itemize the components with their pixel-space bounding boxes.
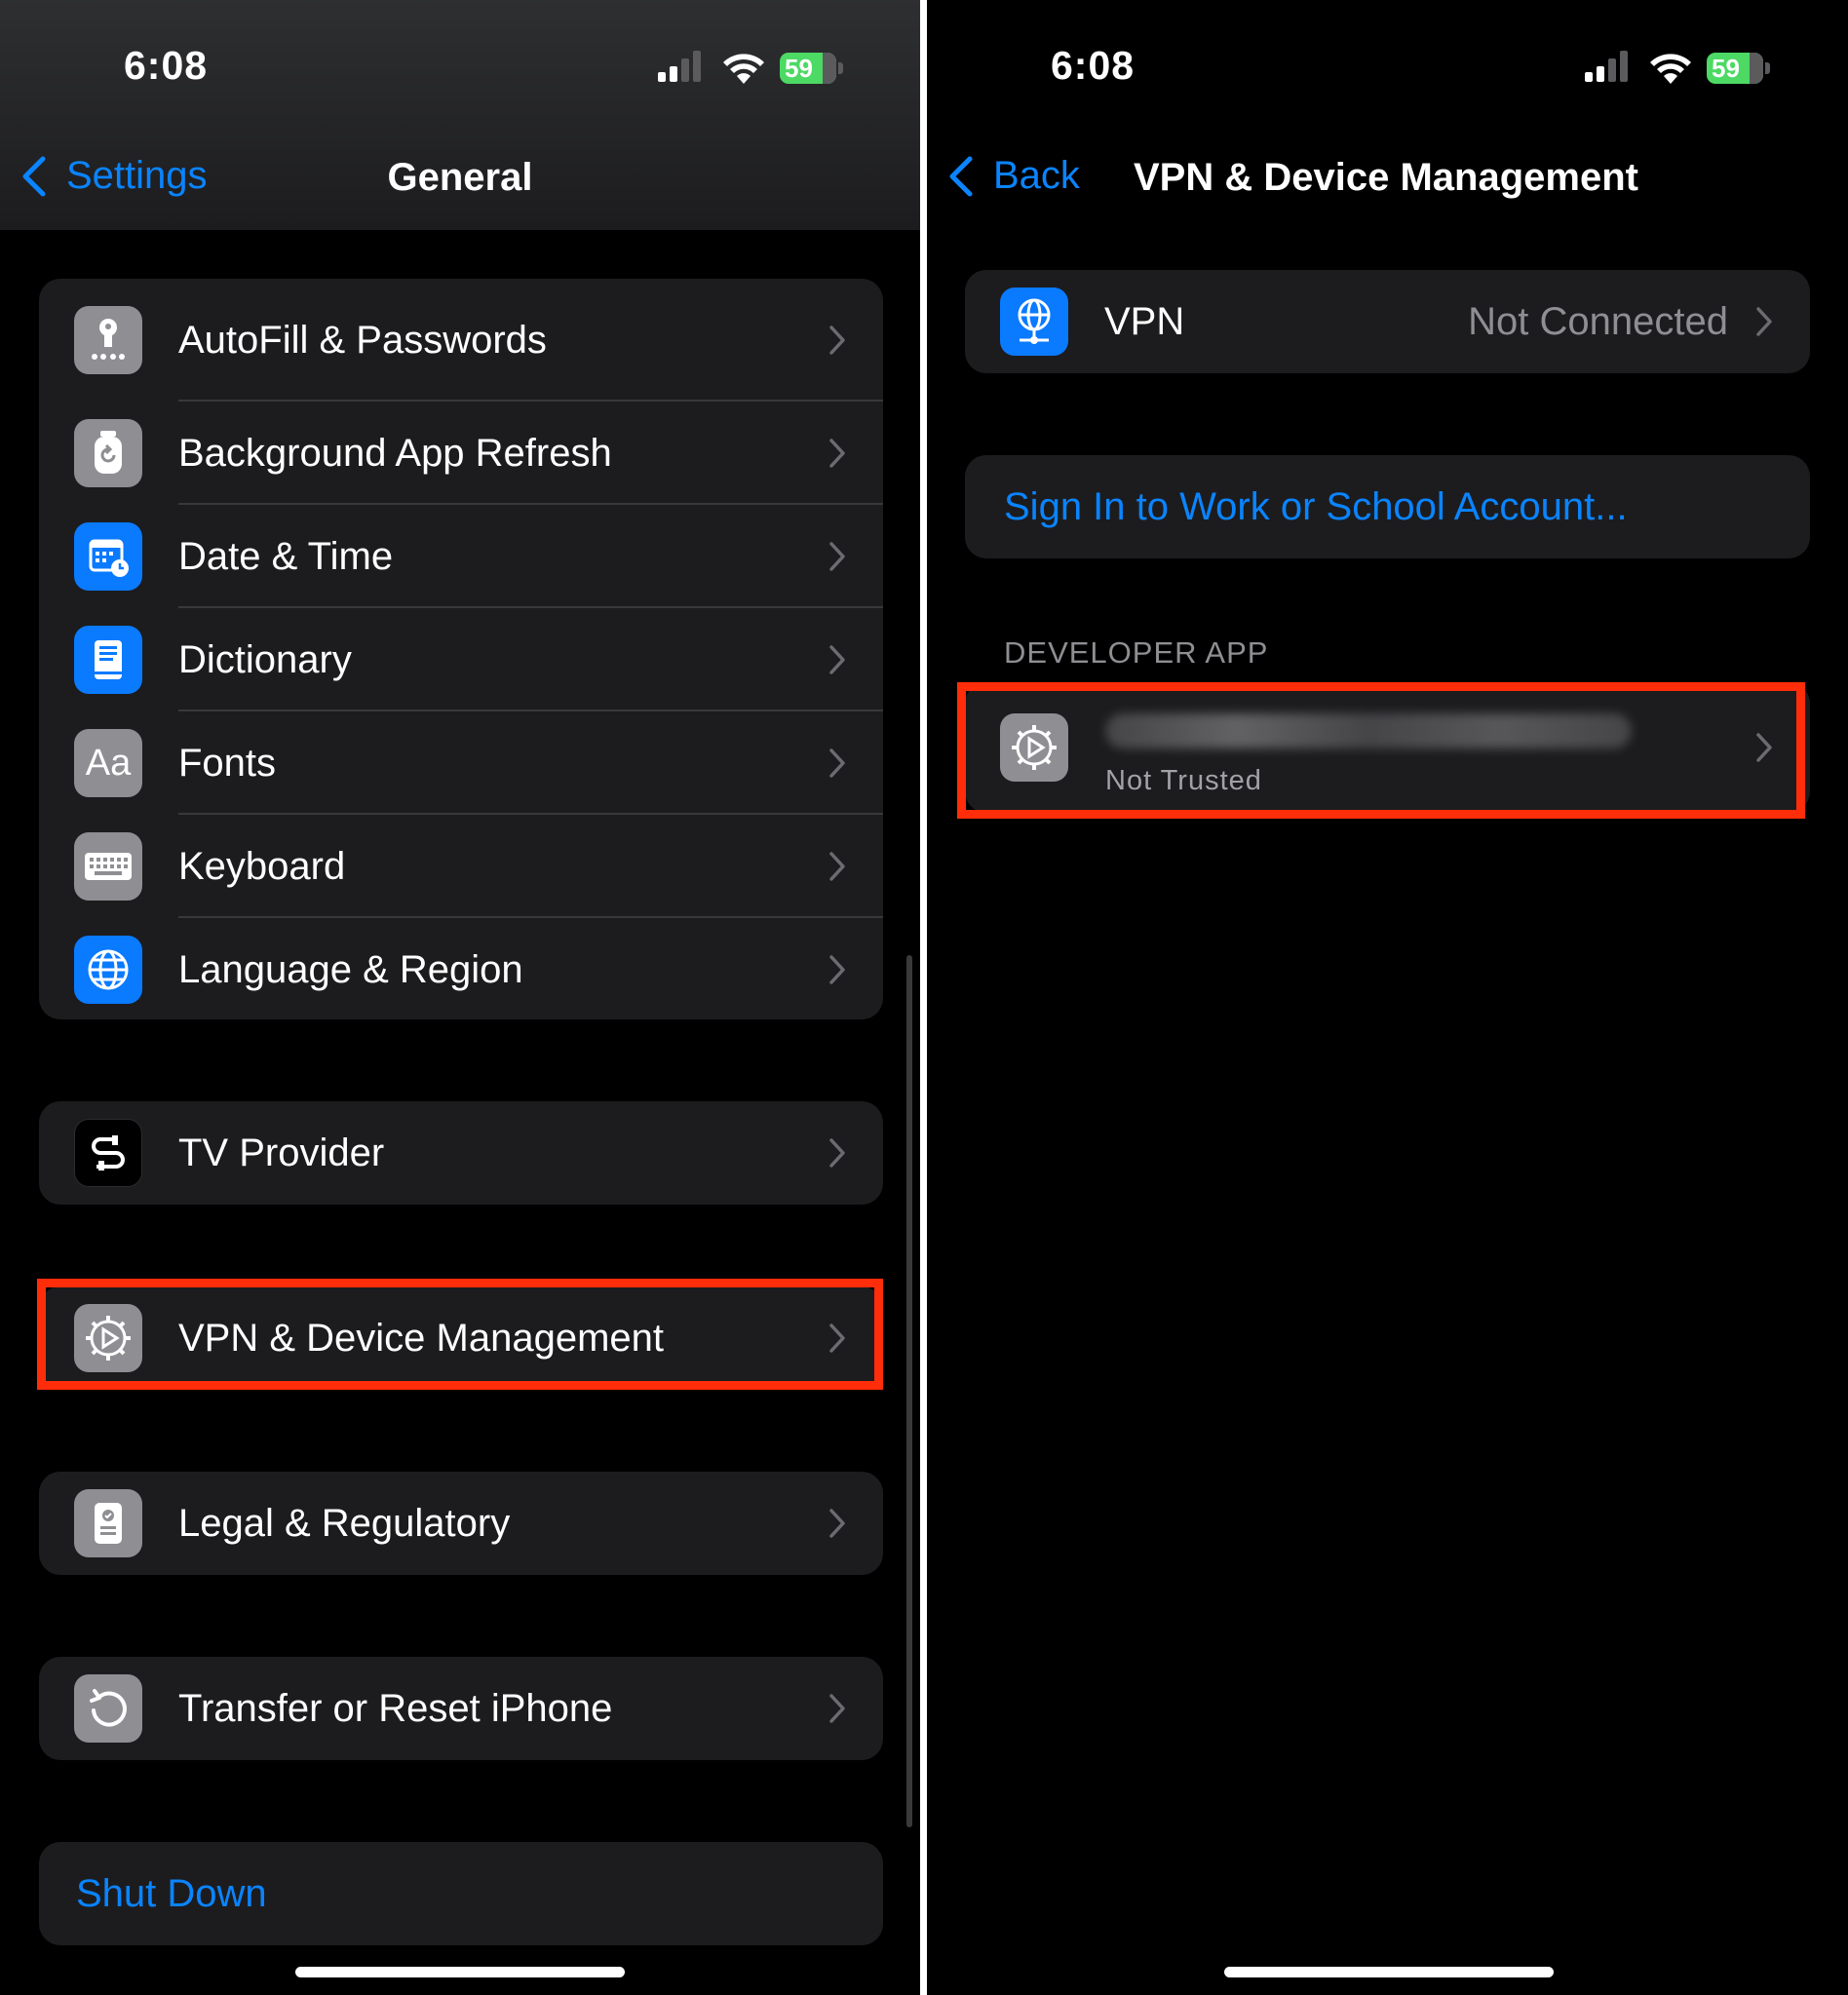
calendar-clock-icon — [74, 522, 142, 591]
key-icon — [74, 306, 142, 374]
chevron-right-icon — [829, 542, 845, 571]
row-label: Language & Region — [178, 947, 523, 991]
navigation-bar: Back VPN & Device Management — [927, 136, 1848, 218]
wifi-icon — [1650, 54, 1691, 84]
status-bar: 6:08 59 — [927, 0, 1848, 136]
status-time: 6:08 — [124, 43, 209, 88]
chevron-right-icon — [829, 1509, 845, 1538]
battery-icon: 59 — [1707, 53, 1771, 84]
vpn-device-management-screen: 6:08 59 Back VPN & Device Management VPN… — [927, 0, 1848, 1995]
chevron-right-icon — [829, 1694, 845, 1723]
navigation-bar: Settings General — [0, 136, 920, 218]
shut-down-button[interactable]: Shut Down — [39, 1842, 883, 1945]
vpn-group: VPN Not Connected — [965, 270, 1810, 373]
row-label: Fonts — [178, 741, 277, 785]
wifi-icon — [723, 54, 764, 84]
status-bar: 6:08 59 — [0, 0, 920, 136]
tv-provider-group: TV Provider — [39, 1101, 883, 1205]
shutdown-group: Shut Down — [39, 1842, 883, 1945]
sign-in-group: Sign In to Work or School Account... — [965, 455, 1810, 558]
sign-in-label: Sign In to Work or School Account... — [1004, 484, 1628, 528]
cellular-signal-icon — [658, 51, 707, 86]
reset-icon — [74, 1674, 142, 1743]
row-label: Background App Refresh — [178, 431, 612, 475]
general-settings-screen: 6:08 59 Settings General AutoFill & Pass… — [0, 0, 920, 1995]
row-label: Keyboard — [178, 844, 346, 888]
chevron-right-icon — [829, 1138, 845, 1168]
row-label: Transfer or Reset iPhone — [178, 1686, 613, 1730]
back-button[interactable]: Back — [946, 154, 1080, 198]
legal-group: Legal & Regulatory — [39, 1472, 883, 1575]
row-date-time[interactable]: Date & Time — [39, 505, 883, 608]
vpn-status-value: Not Connected — [1468, 299, 1728, 343]
chevron-right-icon — [829, 326, 845, 355]
row-legal-regulatory[interactable]: Legal & Regulatory — [39, 1472, 883, 1575]
fonts-icon: Aa — [74, 729, 142, 797]
row-autofill-passwords[interactable]: AutoFill & Passwords — [39, 279, 883, 402]
row-language-region[interactable]: Language & Region — [39, 918, 883, 1019]
battery-icon: 59 — [780, 53, 844, 84]
row-vpn[interactable]: VPN Not Connected — [965, 270, 1810, 373]
home-indicator — [295, 1967, 625, 1977]
shut-down-label: Shut Down — [76, 1871, 267, 1915]
row-label: Dictionary — [178, 637, 352, 681]
panel-divider — [920, 0, 927, 1995]
chevron-right-icon — [829, 645, 845, 674]
general-list-group: AutoFill & Passwords Background App Refr… — [39, 279, 883, 1019]
vpn-globe-icon — [1000, 288, 1068, 356]
chevron-right-icon — [1756, 307, 1772, 336]
row-label: VPN — [1104, 299, 1185, 343]
row-background-app-refresh[interactable]: Background App Refresh — [39, 402, 883, 505]
chevron-right-icon — [829, 748, 845, 778]
chevron-right-icon — [829, 955, 845, 984]
scrollbar[interactable] — [906, 955, 912, 1827]
globe-icon — [74, 936, 142, 1004]
cellular-signal-icon — [1585, 51, 1634, 86]
document-icon — [74, 1489, 142, 1557]
page-title: VPN & Device Management — [1134, 156, 1638, 199]
refresh-icon — [74, 419, 142, 487]
sign-in-work-school-button[interactable]: Sign In to Work or School Account... — [965, 455, 1810, 558]
row-label: AutoFill & Passwords — [178, 318, 547, 362]
section-header: DEVELOPER APP — [1004, 635, 1269, 670]
chevron-right-icon — [829, 439, 845, 468]
page-title: General — [387, 156, 533, 199]
row-label: TV Provider — [178, 1131, 385, 1174]
row-keyboard[interactable]: Keyboard — [39, 815, 883, 918]
row-label: Legal & Regulatory — [178, 1501, 511, 1545]
status-time: 6:08 — [1051, 43, 1136, 88]
row-tv-provider[interactable]: TV Provider — [39, 1101, 883, 1205]
tv-provider-icon — [74, 1119, 142, 1187]
home-indicator — [1224, 1967, 1554, 1977]
book-icon — [74, 626, 142, 694]
row-label: Date & Time — [178, 534, 394, 578]
chevron-right-icon — [829, 852, 845, 881]
back-label: Back — [993, 154, 1080, 197]
row-dictionary[interactable]: Dictionary — [39, 608, 883, 711]
highlight-box — [37, 1279, 883, 1390]
highlight-box — [957, 682, 1805, 819]
row-fonts[interactable]: Aa Fonts — [39, 711, 883, 815]
chevron-left-icon — [949, 156, 973, 196]
transfer-group: Transfer or Reset iPhone — [39, 1657, 883, 1760]
keyboard-icon — [74, 832, 142, 901]
row-transfer-reset[interactable]: Transfer or Reset iPhone — [39, 1657, 883, 1760]
